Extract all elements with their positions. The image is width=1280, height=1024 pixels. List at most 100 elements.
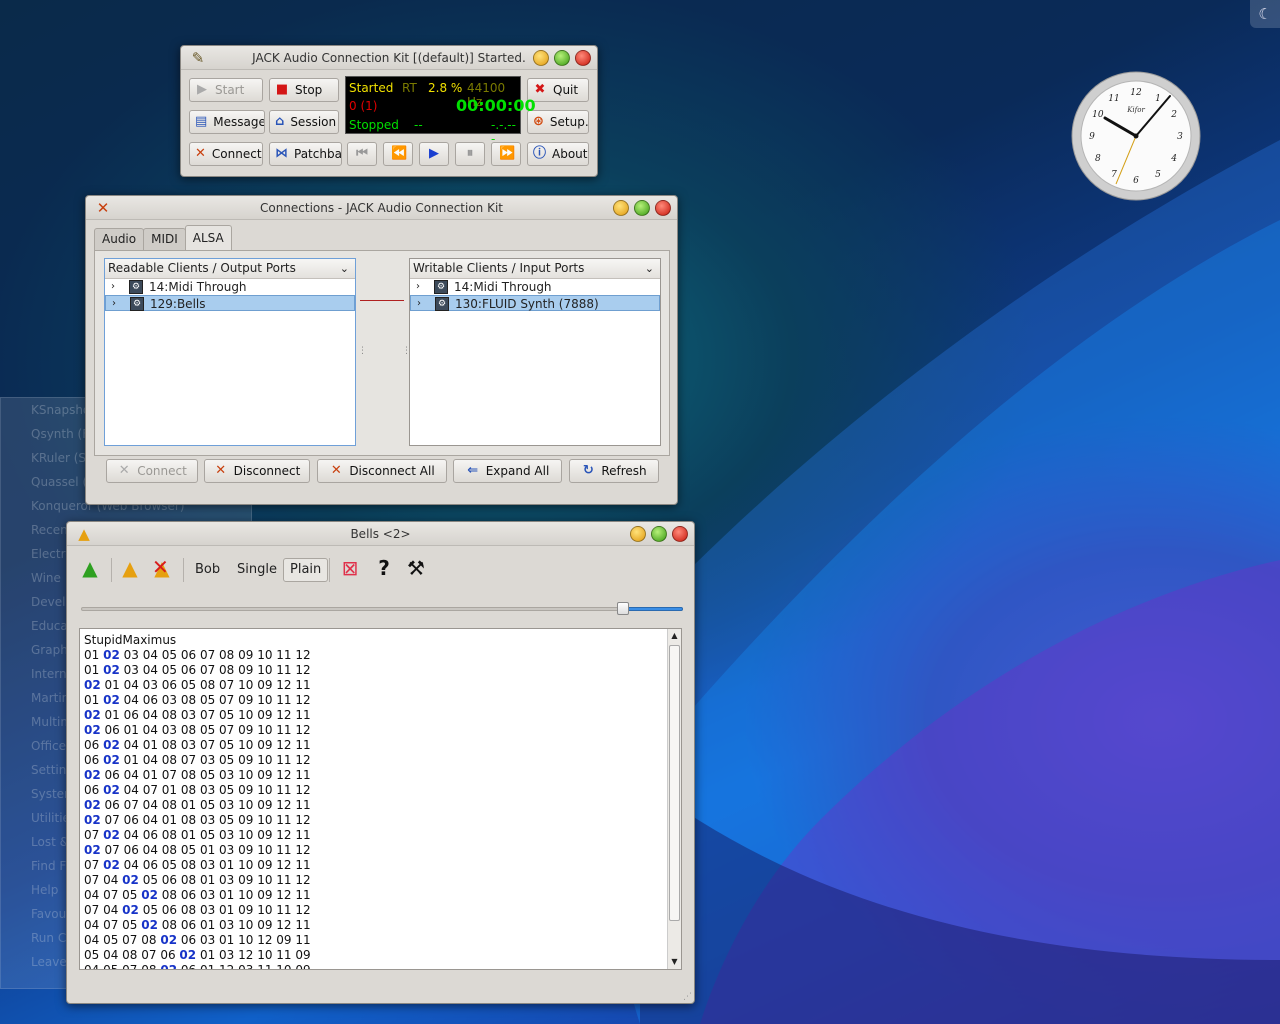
clock-numeral: 2 bbox=[1170, 110, 1177, 120]
tab-alsa[interactable]: ALSA bbox=[184, 225, 232, 250]
row-prefix: 07 bbox=[84, 858, 104, 872]
tab-audio[interactable]: Audio bbox=[94, 228, 145, 250]
speed-slider[interactable] bbox=[81, 600, 683, 618]
clock-numeral: 7 bbox=[1111, 170, 1117, 180]
row-suffix: 08 06 01 03 10 09 12 11 bbox=[157, 918, 311, 932]
orange-bell-icon[interactable]: ▲ bbox=[117, 557, 143, 579]
setup-label: Setup... bbox=[549, 115, 589, 129]
list-item[interactable]: › ⚙ 129:Bells bbox=[105, 295, 355, 311]
session-button[interactable]: ⌂ Session bbox=[269, 110, 339, 134]
pause-icon: ⏸ bbox=[466, 146, 474, 161]
status-display: Started RT 2.8 % 44100 Hz 0 (1) 00:00:00… bbox=[345, 76, 536, 146]
scroll-down-arrow-icon[interactable]: ▼ bbox=[668, 955, 681, 969]
input-ports-list[interactable]: Writable Clients / Input Ports ⌄ › ⚙ 14:Mid… bbox=[409, 258, 661, 446]
patchbay-label: Patchbay bbox=[294, 147, 342, 161]
scrollbar-thumb[interactable] bbox=[669, 645, 680, 921]
mode-bob-button[interactable]: Bob bbox=[189, 558, 226, 582]
treble-bell: 02 bbox=[141, 918, 158, 932]
clock-numeral: 9 bbox=[1089, 132, 1095, 142]
skip-start-icon: ⏮ bbox=[356, 146, 368, 161]
row-prefix: 01 bbox=[84, 693, 104, 707]
close-button[interactable] bbox=[655, 200, 671, 216]
stop-button[interactable]: ■ Stop bbox=[269, 78, 339, 102]
remove-bell-icon[interactable]: ▲ ✕ bbox=[149, 556, 175, 579]
method-row: 02 07 06 04 08 05 01 03 09 10 11 12 bbox=[80, 843, 681, 858]
messages-button[interactable]: ▤ Messages bbox=[189, 110, 265, 134]
connect-ports-button[interactable]: ✕ Connect bbox=[106, 459, 198, 483]
stop-icon: ■ bbox=[275, 82, 289, 97]
expand-arrow-icon[interactable]: › bbox=[417, 296, 421, 312]
expand-arrow-icon[interactable]: › bbox=[112, 296, 116, 312]
maximize-button[interactable] bbox=[651, 526, 667, 542]
play-button[interactable]: ▶ bbox=[419, 142, 449, 166]
wrench-icon[interactable]: ⚒ bbox=[403, 557, 429, 579]
input-ports-header[interactable]: Writable Clients / Input Ports ⌄ bbox=[410, 259, 660, 279]
treble-bell: 02 bbox=[103, 648, 120, 662]
corner-widget-button[interactable]: ☾ bbox=[1250, 0, 1280, 28]
rewind-button[interactable]: ⏪ bbox=[383, 142, 413, 166]
maximize-button[interactable] bbox=[634, 200, 650, 216]
about-button[interactable]: ⓘ About... bbox=[527, 142, 589, 166]
row-suffix: 03 04 05 06 07 08 09 10 11 12 bbox=[119, 663, 311, 677]
connect-label: Connect bbox=[211, 147, 262, 161]
expand-arrow-icon[interactable]: › bbox=[416, 279, 420, 295]
patchbay-button[interactable]: ⋈ Patchbay bbox=[269, 142, 342, 166]
disconnect-button[interactable]: ✕ Disconnect bbox=[204, 459, 310, 483]
list-item[interactable]: › ⚙ 14:Midi Through bbox=[410, 279, 660, 295]
row-suffix: 07 06 04 01 08 03 05 09 10 11 12 bbox=[100, 813, 311, 827]
method-row: 06 02 01 04 08 07 03 05 09 10 11 12 bbox=[80, 753, 681, 768]
maximize-button[interactable] bbox=[554, 50, 570, 66]
treble-bell: 02 bbox=[84, 723, 101, 737]
tab-midi[interactable]: MIDI bbox=[143, 228, 186, 250]
disconnect-all-button[interactable]: ✕ Disconnect All bbox=[317, 459, 447, 483]
transport-state: Stopped bbox=[349, 118, 399, 132]
disconnect-icon: ✕ bbox=[215, 463, 227, 478]
setup-button[interactable]: ⊛ Setup... bbox=[527, 110, 589, 134]
method-row: 01 02 03 04 05 06 07 08 09 10 11 12 bbox=[80, 648, 681, 663]
green-bell-icon[interactable]: ▲ bbox=[77, 557, 103, 579]
scroll-up-arrow-icon[interactable]: ▲ bbox=[668, 629, 681, 643]
minimize-button[interactable] bbox=[613, 200, 629, 216]
row-prefix: 07 04 bbox=[84, 873, 123, 887]
close-button[interactable] bbox=[672, 526, 688, 542]
start-button[interactable]: ▶ Start bbox=[189, 78, 263, 102]
connect-button[interactable]: ✕ Connect bbox=[189, 142, 263, 166]
input-ports-header-label: Writable Clients / Input Ports bbox=[413, 261, 585, 275]
help-icon[interactable]: ? bbox=[371, 557, 397, 579]
transport-dashes: -- bbox=[414, 118, 423, 132]
row-suffix: 04 06 05 08 03 01 10 09 12 11 bbox=[119, 858, 311, 872]
mode-single-button[interactable]: Single bbox=[231, 558, 283, 582]
quit-button[interactable]: ✖ Quit bbox=[527, 78, 589, 102]
minimize-button[interactable] bbox=[630, 526, 646, 542]
quit-x-icon: ✖ bbox=[534, 82, 546, 97]
resize-grip-icon[interactable]: ⋰ bbox=[683, 992, 692, 1002]
expand-arrow-icon[interactable]: › bbox=[111, 279, 115, 295]
clock-numeral: 6 bbox=[1133, 176, 1139, 186]
connections-titlebar: ✕ Connections - JACK Audio Connection Ki… bbox=[86, 196, 677, 220]
jack-app-icon: ✎ bbox=[191, 49, 205, 67]
messages-label: Messages bbox=[213, 115, 264, 129]
row-suffix: 05 06 08 01 03 09 10 11 12 bbox=[138, 873, 311, 887]
row-suffix: 05 06 08 03 01 09 10 11 12 bbox=[138, 903, 311, 917]
vertical-scrollbar[interactable]: ▲ ▼ bbox=[667, 629, 681, 969]
method-text-area[interactable]: StupidMaximus 01 02 03 04 05 06 07 08 09… bbox=[79, 628, 682, 970]
treble-bell: 02 bbox=[103, 693, 120, 707]
pause-button[interactable]: ⏸ bbox=[455, 142, 485, 166]
mode-plain-button[interactable]: Plain bbox=[283, 558, 329, 582]
delete-icon[interactable]: ⊠ bbox=[337, 557, 363, 579]
output-ports-list[interactable]: Readable Clients / Output Ports ⌄ › ⚙ 14:Mi… bbox=[104, 258, 356, 446]
list-item[interactable]: › ⚙ 130:FLUID Synth (7888) bbox=[410, 295, 660, 311]
rewind-start-button[interactable]: ⏮ bbox=[347, 142, 377, 166]
splitter-handle[interactable]: ⋮ bbox=[358, 346, 367, 356]
minimize-button[interactable] bbox=[533, 50, 549, 66]
method-row: 05 04 08 07 06 02 01 03 12 10 11 09 bbox=[80, 948, 681, 963]
analog-clock: Kifor 12 1 2 3 4 5 6 7 8 9 10 11 bbox=[1070, 70, 1202, 202]
list-item[interactable]: › ⚙ 14:Midi Through bbox=[105, 279, 355, 295]
close-button[interactable] bbox=[575, 50, 591, 66]
stop-label: Stop bbox=[295, 83, 323, 97]
slider-handle[interactable] bbox=[617, 602, 629, 615]
output-ports-header[interactable]: Readable Clients / Output Ports ⌄ bbox=[105, 259, 355, 279]
client-icon: ⚙ bbox=[434, 280, 448, 294]
refresh-button[interactable]: ↻ Refresh bbox=[569, 459, 659, 483]
expand-all-button[interactable]: ⇐ Expand All bbox=[453, 459, 562, 483]
